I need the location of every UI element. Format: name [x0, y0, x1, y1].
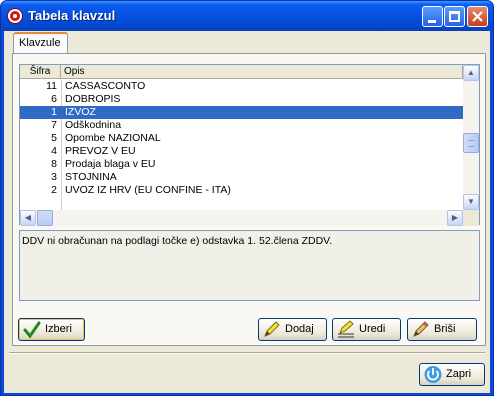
zapri-button[interactable]: Zapri: [419, 363, 485, 386]
pencil-eraser-icon: [413, 321, 429, 337]
cell-sifra: 3: [51, 171, 57, 183]
dodaj-button[interactable]: Dodaj: [258, 318, 327, 341]
maximize-button[interactable]: [444, 6, 465, 27]
table-row[interactable]: 4 PREVOZ V EU: [20, 145, 463, 158]
scroll-left-button[interactable]: ◀: [20, 210, 36, 226]
cell-opis: CASSASCONTO: [65, 80, 146, 92]
tab-panel: Šifra Opis 11 CASSASCONTO 6 DOBROPIS 1 IZVOZ 7…: [12, 53, 486, 346]
cell-opis: Opombe NAZIONAL: [65, 132, 161, 144]
cell-opis: IZVOZ: [65, 106, 96, 118]
close-icon: [472, 11, 483, 22]
cell-opis: Odškodnina: [65, 119, 122, 131]
table-row[interactable]: 8 Prodaja blaga v EU: [20, 158, 463, 171]
power-icon: [424, 366, 442, 383]
table-row[interactable]: 1 IZVOZ: [20, 106, 463, 119]
brisi-button[interactable]: Briši: [407, 318, 477, 341]
minimize-button[interactable]: [422, 6, 443, 27]
title-bar[interactable]: Tabela klavzul: [1, 1, 493, 31]
table-row[interactable]: 11 CASSASCONTO: [20, 80, 463, 93]
scroll-down-button[interactable]: ▼: [463, 194, 479, 210]
table-header: Šifra Opis: [20, 65, 463, 79]
cell-sifra: 2: [51, 184, 57, 196]
uredi-label: Uredi: [359, 323, 386, 335]
scroll-right-button[interactable]: ▶: [447, 210, 463, 226]
scrollbar-corner: [463, 210, 479, 226]
izberi-label: Izberi: [45, 323, 72, 335]
window-title: Tabela klavzul: [28, 8, 116, 23]
cell-sifra: 5: [51, 132, 57, 144]
minimize-icon: [428, 20, 436, 23]
brisi-label: Briši: [434, 323, 456, 335]
clause-table[interactable]: Šifra Opis 11 CASSASCONTO 6 DOBROPIS 1 IZVOZ 7…: [19, 64, 480, 226]
cell-sifra: 1: [51, 106, 57, 118]
cell-opis: UVOZ IZ HRV (EU CONFINE - ITA): [65, 184, 231, 196]
izberi-button[interactable]: Izberi: [18, 318, 85, 341]
cell-sifra: 7: [51, 119, 57, 131]
table-row[interactable]: 6 DOBROPIS: [20, 93, 463, 106]
table-body: 11 CASSASCONTO 6 DOBROPIS 1 IZVOZ 7 Odškodnina 5…: [20, 80, 463, 211]
pencil-add-icon: [264, 321, 280, 337]
cell-opis: PREVOZ V EU: [65, 145, 136, 157]
bottom-separator: [9, 352, 485, 354]
vertical-scroll-thumb[interactable]: [463, 133, 479, 153]
cell-sifra: 11: [46, 80, 57, 92]
table-row[interactable]: 7 Odškodnina: [20, 119, 463, 132]
zapri-label: Zapri: [446, 368, 472, 380]
vertical-scrollbar[interactable]: ▲ ▼: [463, 65, 479, 210]
cell-sifra: 8: [51, 158, 57, 170]
uredi-button[interactable]: Uredi: [332, 318, 401, 341]
clause-description[interactable]: DDV ni obračunan na podlagi točke e) ods…: [19, 230, 480, 301]
pencil-edit-icon: [338, 320, 354, 338]
table-row[interactable]: 2 UVOZ IZ HRV (EU CONFINE - ITA): [20, 184, 463, 197]
window-client-area: Klavzule Šifra Opis 11 CASSASCONTO 6 DOBROP…: [4, 31, 490, 393]
column-header-sifra[interactable]: Šifra: [20, 65, 61, 79]
tab-klavzule[interactable]: Klavzule: [13, 32, 68, 54]
cell-opis: STOJNINA: [65, 171, 117, 183]
maximize-icon: [449, 11, 460, 22]
cell-opis: DOBROPIS: [65, 93, 121, 105]
application-window: Tabela klavzul Klavzule Šifra Opis 11 CAS…: [0, 0, 494, 396]
app-logo-icon[interactable]: [7, 8, 23, 24]
table-row[interactable]: 5 Opombe NAZIONAL: [20, 132, 463, 145]
scroll-up-button[interactable]: ▲: [463, 65, 479, 81]
cell-sifra: 4: [51, 145, 57, 157]
table-row[interactable]: 3 STOJNINA: [20, 171, 463, 184]
horizontal-scrollbar[interactable]: ◀ ▶: [20, 210, 463, 226]
cell-sifra: 6: [51, 93, 57, 105]
cell-opis: Prodaja blaga v EU: [65, 158, 156, 170]
checkmark-icon: [23, 321, 41, 339]
dodaj-label: Dodaj: [285, 323, 314, 335]
column-header-opis[interactable]: Opis: [61, 65, 463, 79]
close-button[interactable]: [467, 6, 488, 27]
horizontal-scroll-thumb[interactable]: [37, 210, 53, 226]
